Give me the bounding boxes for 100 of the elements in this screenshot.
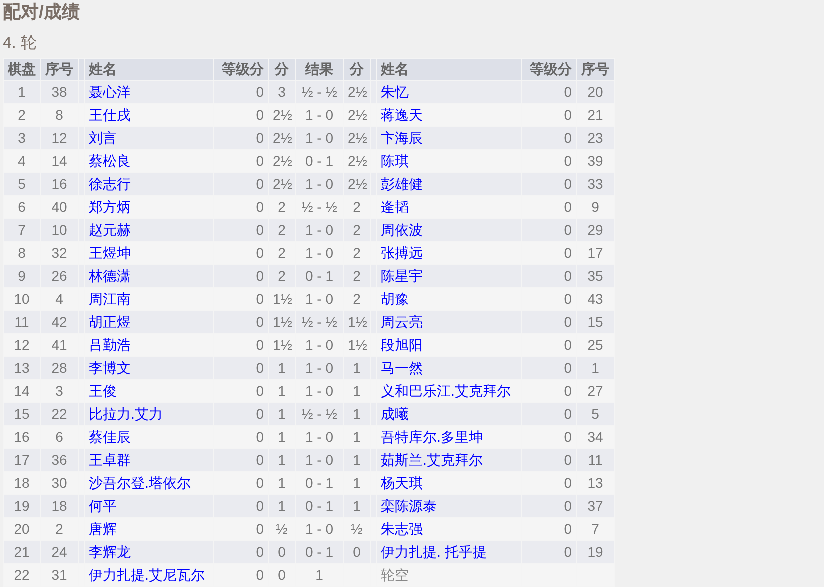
round-heading: 4. 轮 bbox=[3, 34, 37, 54]
rating-value: 0 bbox=[564, 130, 572, 146]
result-value: 1 - 0 bbox=[305, 383, 334, 399]
player-link[interactable]: 胡豫 bbox=[381, 291, 409, 307]
result-value: 1 - 0 bbox=[305, 245, 334, 261]
seed-number: 8 bbox=[56, 107, 64, 123]
rating-value: 0 bbox=[564, 360, 572, 376]
points-value: 1 bbox=[278, 498, 286, 514]
points-value: 3 bbox=[278, 84, 286, 100]
seed-number: 23 bbox=[588, 130, 604, 146]
rating-value: 0 bbox=[256, 268, 264, 284]
column-header: 序号 bbox=[46, 61, 74, 77]
seed-number: 40 bbox=[52, 199, 68, 215]
rating-value: 0 bbox=[256, 222, 264, 238]
rating-value: 0 bbox=[564, 222, 572, 238]
result-value: 1 - 0 bbox=[305, 337, 334, 353]
seed-number: 20 bbox=[588, 84, 604, 100]
points-value: 1 bbox=[353, 498, 361, 514]
column-header: 序号 bbox=[582, 61, 610, 77]
points-value: 1½ bbox=[273, 314, 292, 330]
seed-number: 16 bbox=[52, 176, 68, 192]
seed-number: 35 bbox=[588, 268, 604, 284]
player-link[interactable]: 逄韬 bbox=[381, 199, 409, 215]
player-link[interactable]: 成曦 bbox=[381, 406, 409, 422]
player-link[interactable]: 朱忆 bbox=[381, 84, 409, 100]
rating-value: 0 bbox=[564, 314, 572, 330]
rating-value: 0 bbox=[564, 429, 572, 445]
rating-value: 0 bbox=[564, 291, 572, 307]
rating-value: 0 bbox=[564, 452, 572, 468]
rating-value: 0 bbox=[564, 245, 572, 261]
rating-value: 0 bbox=[564, 337, 572, 353]
player-link[interactable]: 王俊 bbox=[89, 383, 117, 399]
rating-value: 0 bbox=[256, 130, 264, 146]
board-number: 3 bbox=[18, 130, 26, 146]
points-value: 1 bbox=[278, 452, 286, 468]
seed-number: 42 bbox=[52, 314, 68, 330]
rating-value: 0 bbox=[564, 544, 572, 560]
column-header: 等级分 bbox=[222, 61, 264, 77]
points-value: 2 bbox=[278, 222, 286, 238]
seed-number: 25 bbox=[588, 337, 604, 353]
points-value: 2½ bbox=[273, 107, 292, 123]
rating-value: 0 bbox=[256, 291, 264, 307]
board-number: 22 bbox=[14, 567, 30, 583]
points-value: 1 bbox=[278, 475, 286, 491]
rating-value: 0 bbox=[564, 498, 572, 514]
board-number: 12 bbox=[14, 337, 30, 353]
rating-value: 0 bbox=[564, 268, 572, 284]
player-link[interactable]: 何平 bbox=[89, 498, 117, 514]
player-link[interactable]: 陈琪 bbox=[381, 153, 409, 169]
rating-value: 0 bbox=[564, 107, 572, 123]
board-number: 5 bbox=[18, 176, 26, 192]
points-value: 1 bbox=[353, 475, 361, 491]
board-number: 13 bbox=[14, 360, 30, 376]
seed-number: 38 bbox=[52, 84, 68, 100]
points-value: 1 bbox=[278, 429, 286, 445]
seed-number: 18 bbox=[52, 498, 68, 514]
board-number: 11 bbox=[14, 314, 30, 330]
points-value: 1 bbox=[278, 360, 286, 376]
result-value: 0 - 1 bbox=[305, 475, 334, 491]
rating-value: 0 bbox=[256, 452, 264, 468]
seed-number: 22 bbox=[52, 406, 68, 422]
seed-number: 24 bbox=[52, 544, 68, 560]
points-value: 1½ bbox=[273, 337, 292, 353]
result-value: ½ - ½ bbox=[302, 406, 338, 422]
rating-value: 0 bbox=[256, 567, 264, 583]
seed-number: 43 bbox=[588, 291, 604, 307]
seed-number: 21 bbox=[588, 107, 604, 123]
rating-value: 0 bbox=[564, 521, 572, 537]
seed-number: 9 bbox=[592, 199, 600, 215]
seed-number: 32 bbox=[52, 245, 68, 261]
rating-value: 0 bbox=[256, 153, 264, 169]
board-number: 19 bbox=[14, 498, 30, 514]
points-value: 1 bbox=[278, 383, 286, 399]
board-number: 1 bbox=[18, 84, 26, 100]
rating-value: 0 bbox=[256, 337, 264, 353]
player-link[interactable]: 唐辉 bbox=[89, 521, 117, 537]
rating-value: 0 bbox=[256, 107, 264, 123]
points-value: 2 bbox=[278, 245, 286, 261]
points-value: 0 bbox=[278, 544, 286, 560]
seed-number: 28 bbox=[52, 360, 68, 376]
result-value: 1 - 0 bbox=[305, 429, 334, 445]
board-number: 6 bbox=[18, 199, 26, 215]
result-value: ½ - ½ bbox=[302, 314, 338, 330]
board-number: 15 bbox=[14, 406, 30, 422]
seed-number: 3 bbox=[56, 383, 64, 399]
board-number: 18 bbox=[14, 475, 30, 491]
rating-value: 0 bbox=[256, 498, 264, 514]
player-link[interactable]: 刘言 bbox=[89, 130, 117, 146]
points-value: 0 bbox=[278, 567, 286, 583]
result-value: 0 - 1 bbox=[305, 498, 334, 514]
rating-value: 0 bbox=[256, 360, 264, 376]
points-value: 2½ bbox=[348, 153, 368, 169]
board-number: 8 bbox=[18, 245, 26, 261]
rating-value: 0 bbox=[256, 406, 264, 422]
result-value: ½ - ½ bbox=[302, 199, 338, 215]
column-header: 分 bbox=[350, 61, 364, 77]
rating-value: 0 bbox=[256, 429, 264, 445]
result-value: 1 - 0 bbox=[305, 452, 334, 468]
board-number: 7 bbox=[18, 222, 26, 238]
board-number: 9 bbox=[18, 268, 26, 284]
